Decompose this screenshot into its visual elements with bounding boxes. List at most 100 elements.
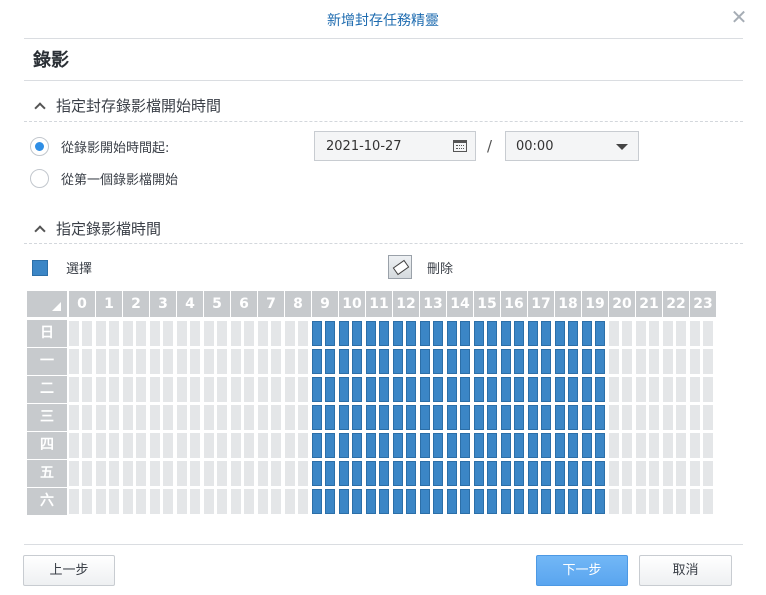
- schedule-cell-selected[interactable]: [379, 433, 389, 458]
- schedule-cell-selected[interactable]: [487, 377, 497, 402]
- schedule-cell[interactable]: [609, 349, 619, 374]
- hour-header[interactable]: 13: [420, 291, 446, 317]
- schedule-cell[interactable]: [663, 461, 673, 486]
- hour-header[interactable]: 16: [501, 291, 527, 317]
- schedule-cell[interactable]: [150, 349, 160, 374]
- start-time-section-header[interactable]: 指定封存錄影檔開始時間: [33, 95, 221, 116]
- schedule-cell[interactable]: [190, 377, 200, 402]
- schedule-cell[interactable]: [649, 433, 659, 458]
- schedule-cell[interactable]: [271, 461, 281, 486]
- day-header[interactable]: 四: [27, 432, 67, 459]
- schedule-cell[interactable]: [123, 461, 133, 486]
- schedule-cell[interactable]: [703, 405, 713, 430]
- schedule-cell[interactable]: [622, 461, 632, 486]
- schedule-cell[interactable]: [82, 433, 92, 458]
- schedule-cell-selected[interactable]: [514, 349, 524, 374]
- schedule-cell-selected[interactable]: [528, 349, 538, 374]
- schedule-cell-selected[interactable]: [406, 461, 416, 486]
- schedule-cell-selected[interactable]: [339, 321, 349, 346]
- schedule-cell[interactable]: [150, 489, 160, 514]
- hour-header[interactable]: 17: [528, 291, 554, 317]
- schedule-cell-selected[interactable]: [528, 461, 538, 486]
- schedule-cell-selected[interactable]: [366, 461, 376, 486]
- schedule-cell[interactable]: [609, 489, 619, 514]
- schedule-cell[interactable]: [69, 377, 79, 402]
- hour-header[interactable]: 21: [636, 291, 662, 317]
- schedule-cell[interactable]: [69, 321, 79, 346]
- schedule-cell-selected[interactable]: [433, 321, 443, 346]
- schedule-cell[interactable]: [244, 349, 254, 374]
- schedule-cell[interactable]: [123, 321, 133, 346]
- schedule-cell-selected[interactable]: [393, 489, 403, 514]
- schedule-cell-selected[interactable]: [474, 405, 484, 430]
- day-header[interactable]: 一: [27, 348, 67, 375]
- schedule-cell[interactable]: [271, 321, 281, 346]
- schedule-cell[interactable]: [190, 433, 200, 458]
- schedule-cell[interactable]: [649, 349, 659, 374]
- schedule-cell-selected[interactable]: [541, 461, 551, 486]
- schedule-cell[interactable]: [663, 349, 673, 374]
- schedule-cell[interactable]: [96, 349, 106, 374]
- schedule-cell-selected[interactable]: [555, 349, 565, 374]
- schedule-cell[interactable]: [204, 489, 214, 514]
- schedule-cell[interactable]: [109, 405, 119, 430]
- schedule-cell[interactable]: [636, 377, 646, 402]
- schedule-cell[interactable]: [163, 349, 173, 374]
- schedule-cell-selected[interactable]: [352, 489, 362, 514]
- schedule-cell-selected[interactable]: [568, 461, 578, 486]
- schedule-cell-selected[interactable]: [447, 433, 457, 458]
- schedule-cell-selected[interactable]: [393, 433, 403, 458]
- hour-header[interactable]: 11: [366, 291, 392, 317]
- hour-header[interactable]: 15: [474, 291, 500, 317]
- schedule-cell-selected[interactable]: [487, 405, 497, 430]
- schedule-cell[interactable]: [190, 321, 200, 346]
- day-header[interactable]: 二: [27, 376, 67, 403]
- schedule-cell[interactable]: [109, 349, 119, 374]
- schedule-cell[interactable]: [177, 433, 187, 458]
- schedule-cell-selected[interactable]: [325, 321, 335, 346]
- hour-header[interactable]: 5: [204, 291, 230, 317]
- schedule-cell-selected[interactable]: [339, 489, 349, 514]
- schedule-cell-selected[interactable]: [325, 489, 335, 514]
- schedule-cell-selected[interactable]: [595, 461, 605, 486]
- schedule-cell-selected[interactable]: [501, 433, 511, 458]
- schedule-cell-selected[interactable]: [541, 349, 551, 374]
- schedule-cell-selected[interactable]: [595, 349, 605, 374]
- schedule-cell-selected[interactable]: [339, 461, 349, 486]
- schedule-cell[interactable]: [150, 377, 160, 402]
- schedule-cell-selected[interactable]: [325, 433, 335, 458]
- schedule-cell-selected[interactable]: [366, 489, 376, 514]
- schedule-cell[interactable]: [663, 433, 673, 458]
- schedule-cell[interactable]: [622, 489, 632, 514]
- schedule-cell-selected[interactable]: [582, 461, 592, 486]
- schedule-cell[interactable]: [190, 489, 200, 514]
- schedule-cell-selected[interactable]: [568, 349, 578, 374]
- schedule-cell[interactable]: [109, 489, 119, 514]
- schedule-cell-selected[interactable]: [528, 321, 538, 346]
- schedule-cell[interactable]: [271, 489, 281, 514]
- hour-header[interactable]: 7: [258, 291, 284, 317]
- schedule-cell[interactable]: [690, 405, 700, 430]
- schedule-cell[interactable]: [663, 377, 673, 402]
- schedule-cell-selected[interactable]: [541, 405, 551, 430]
- schedule-cell[interactable]: [123, 433, 133, 458]
- schedule-cell-selected[interactable]: [433, 349, 443, 374]
- schedule-cell-selected[interactable]: [460, 433, 470, 458]
- schedule-cell-selected[interactable]: [568, 321, 578, 346]
- schedule-cell-selected[interactable]: [352, 321, 362, 346]
- schedule-cell[interactable]: [204, 461, 214, 486]
- schedule-cell[interactable]: [82, 377, 92, 402]
- day-header[interactable]: 六: [27, 488, 67, 515]
- schedule-cell-selected[interactable]: [379, 461, 389, 486]
- schedule-cell-selected[interactable]: [460, 461, 470, 486]
- schedule-cell[interactable]: [177, 377, 187, 402]
- schedule-cell-selected[interactable]: [447, 377, 457, 402]
- schedule-cell[interactable]: [204, 321, 214, 346]
- schedule-cell-selected[interactable]: [393, 405, 403, 430]
- schedule-cell[interactable]: [676, 377, 686, 402]
- schedule-cell[interactable]: [636, 433, 646, 458]
- schedule-cell[interactable]: [190, 461, 200, 486]
- schedule-cell[interactable]: [177, 405, 187, 430]
- schedule-cell-selected[interactable]: [582, 433, 592, 458]
- schedule-cell-selected[interactable]: [514, 321, 524, 346]
